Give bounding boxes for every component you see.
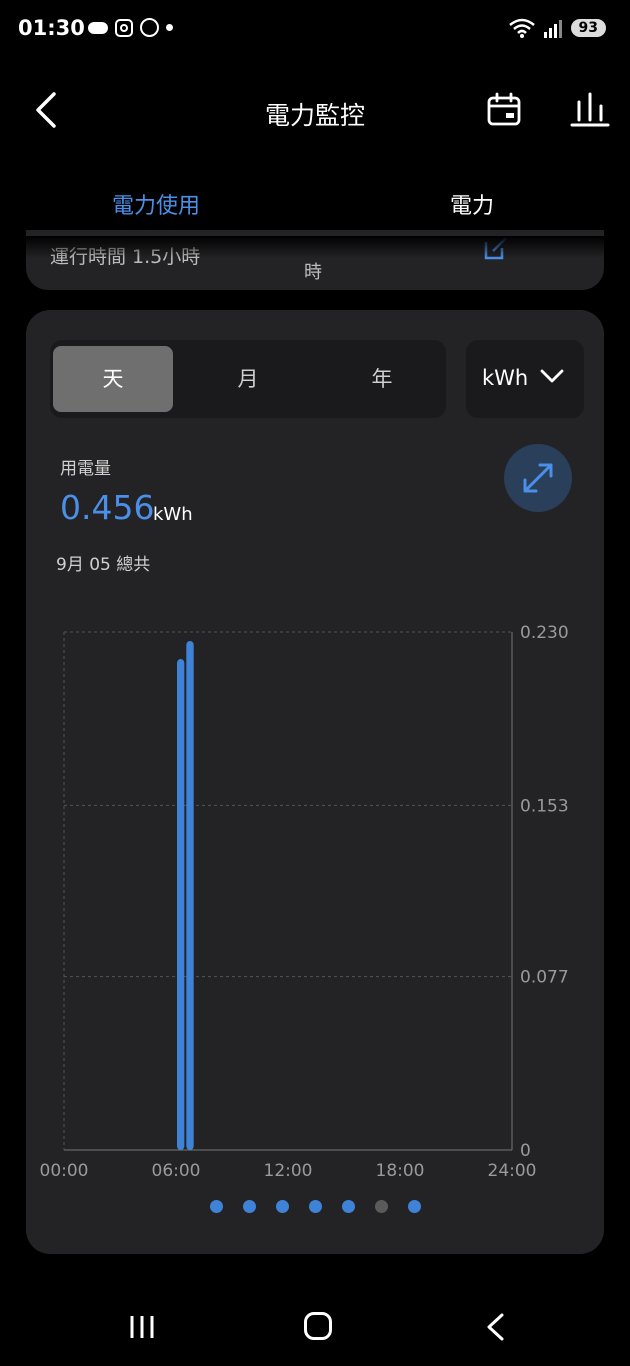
page-indicator: [26, 1200, 604, 1216]
x-tick-label: 00:00: [40, 1161, 89, 1181]
usage-bar: [177, 659, 185, 1150]
x-tick-label: 12:00: [264, 1161, 313, 1181]
system-icons: 93: [508, 18, 606, 38]
system-nav-bar: [0, 1296, 630, 1360]
status-bar: 01:30 93: [0, 0, 630, 62]
tab-power[interactable]: 電力: [450, 188, 494, 220]
scroll-fade: [0, 236, 630, 258]
page-indicator-dot[interactable]: [210, 1200, 223, 1213]
tab-power-usage[interactable]: 電力使用: [112, 188, 200, 220]
calendar-icon[interactable]: [486, 92, 522, 128]
page-indicator-dot[interactable]: [342, 1200, 355, 1213]
page-indicator-dot[interactable]: [408, 1200, 421, 1213]
home-button[interactable]: [304, 1312, 332, 1340]
page-indicator-dot[interactable]: [276, 1200, 289, 1213]
wifi-icon: [508, 18, 535, 38]
instagram-icon: [115, 18, 133, 37]
usage-bar: [186, 641, 194, 1150]
x-tick-label: 24:00: [488, 1161, 537, 1181]
nav-back-button[interactable]: [484, 1312, 506, 1342]
page-title: 電力監控: [264, 101, 365, 130]
cloud-icon: [88, 21, 108, 34]
page-indicator-dot[interactable]: [243, 1200, 256, 1213]
recent-apps-button[interactable]: [128, 1314, 156, 1340]
more-notifications-icon: [166, 24, 173, 31]
bar-chart-icon[interactable]: [570, 92, 610, 128]
x-tick-label: 18:00: [376, 1161, 425, 1181]
page-indicator-dot[interactable]: [309, 1200, 322, 1213]
battery-icon: 93: [570, 19, 606, 37]
usage-bar-chart: 0.230 0.153 0.077 0 00:00 06:00 12:00 18:00 24:0…: [40, 623, 569, 1181]
usage-card: 天 月 年 kWh 用電量 0.456 kWh 9月 05 總共 0.230 0.…: [26, 310, 604, 1254]
y-tick-label: 0.230: [520, 623, 569, 643]
app-header: 電力監控: [0, 80, 630, 140]
notification-icons: [88, 18, 173, 37]
x-tick-label: 06:00: [152, 1161, 201, 1181]
y-tick-label: 0: [520, 1141, 531, 1161]
y-tick-label: 0.153: [520, 796, 569, 816]
page-indicator-dot[interactable]: [375, 1200, 388, 1213]
messenger-icon: [140, 18, 159, 37]
y-tick-label: 0.077: [520, 968, 569, 988]
runtime-text-secondary: 時: [304, 262, 322, 283]
signal-icon: [543, 20, 562, 38]
status-time: 01:30: [18, 16, 85, 40]
